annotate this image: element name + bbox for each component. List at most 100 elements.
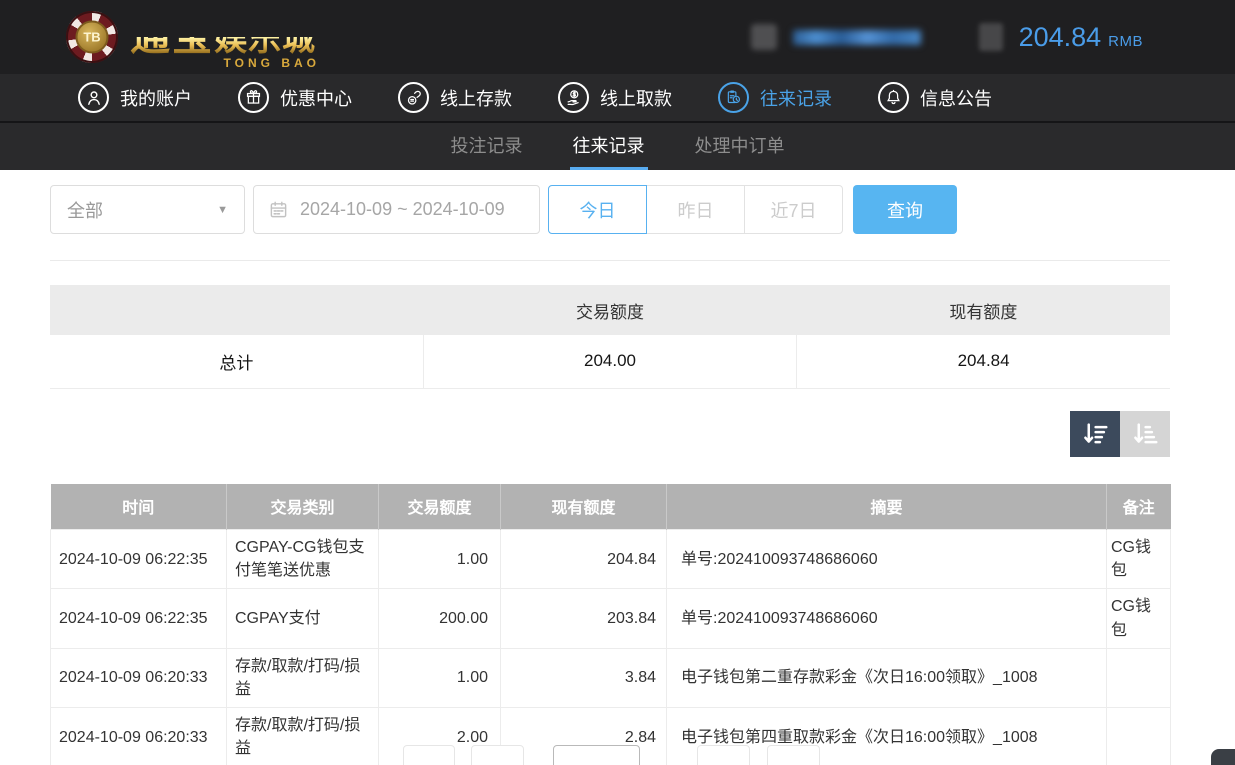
- table-row: 2024-10-09 06:22:35 CGPAY-CG钱包支付笔笔送优惠 1.…: [51, 530, 1171, 589]
- cell-amount: 1.00: [379, 530, 501, 589]
- brand-title: 通宝娱乐城 TONG BAO: [130, 17, 322, 57]
- summary-total-label: 总计: [50, 335, 423, 388]
- quick-today-button[interactable]: 今日: [548, 185, 647, 234]
- balance-amount: 204.84: [1019, 22, 1102, 53]
- gift-icon: [238, 82, 269, 113]
- col-transaction-amount: 交易额度: [379, 484, 501, 530]
- date-range-picker[interactable]: 2024-10-09 ~ 2024-10-09: [253, 185, 540, 234]
- cell-summary: 电子钱包第二重存款彩金《次日16:00领取》_1008: [667, 648, 1107, 707]
- date-range-value: 2024-10-09 ~ 2024-10-09: [300, 199, 505, 220]
- balance-currency: RMB: [1108, 33, 1143, 50]
- cell-note: CG钱包: [1107, 589, 1171, 648]
- top-header: TB 通宝娱乐城 TONG BAO 204.84 RMB: [0, 0, 1235, 74]
- tab-betting-records[interactable]: 投注记录: [448, 123, 526, 170]
- nav-label: 线上存款: [440, 85, 512, 111]
- col-transaction-type: 交易类别: [227, 484, 379, 530]
- user-icon: [78, 82, 109, 113]
- col-time: 时间: [51, 484, 227, 530]
- nav-label: 我的账户: [120, 85, 192, 111]
- col-note: 备注: [1107, 484, 1171, 530]
- filter-bar: 全部 ▼ 2024-10-09 ~ 2024-10-09 今日 昨日 近7日 查…: [50, 185, 1235, 234]
- quick-date-group: 今日 昨日 近7日: [548, 185, 843, 234]
- cell-time: 2024-10-09 06:22:35: [51, 589, 227, 648]
- pagination-button-prev[interactable]: [471, 745, 524, 765]
- type-dropdown[interactable]: 全部 ▼: [50, 185, 245, 234]
- nav-label: 线上取款: [600, 85, 672, 111]
- brand-title-en: TONG BAO: [224, 57, 320, 69]
- sort-ascending-button[interactable]: [1120, 411, 1170, 457]
- subnav: 投注记录 往来记录 处理中订单: [0, 123, 1235, 170]
- main-nav: 我的账户 优惠中心 线上存款 线上取款: [0, 74, 1235, 123]
- brand-title-main: 通宝: [130, 15, 214, 59]
- pagination-button-next[interactable]: [697, 745, 750, 765]
- summary-total-row: 总计 204.00 204.84: [50, 335, 1170, 388]
- summary-transaction-amount: 204.00: [423, 335, 796, 388]
- user-avatar-redacted: [751, 24, 777, 50]
- summary-table: 交易额度 现有额度 总计 204.00 204.84: [50, 285, 1170, 389]
- header-right: 204.84 RMB: [751, 22, 1235, 53]
- chip-monogram: TB: [76, 21, 109, 54]
- summary-col-current-amount: 现有额度: [797, 285, 1170, 335]
- pagination-button-first[interactable]: [403, 745, 455, 765]
- poker-chip-icon: TB: [66, 11, 118, 63]
- cell-amount: 1.00: [379, 648, 501, 707]
- cell-type: 存款/取款/打码/损益: [227, 648, 379, 707]
- quick-yesterday-button[interactable]: 昨日: [646, 185, 745, 234]
- cell-summary: 单号:202410093748686060: [667, 589, 1107, 648]
- calendar-icon: [269, 200, 288, 219]
- sort-ascending-icon: [1130, 419, 1160, 449]
- search-button[interactable]: 查询: [853, 185, 957, 234]
- brand-title-sub: 娱乐城: [214, 20, 316, 57]
- cell-note: [1107, 708, 1171, 765]
- nav-label: 优惠中心: [280, 85, 352, 111]
- nav-item-transaction-records[interactable]: 往来记录: [718, 82, 832, 113]
- cell-type: CGPAY支付: [227, 589, 379, 648]
- nav-label: 往来记录: [760, 85, 832, 111]
- tab-label: 投注记录: [451, 132, 523, 158]
- records-table: 时间 交易类别 交易额度 现有额度 摘要 备注 2024-10-09 06:22…: [50, 484, 1171, 765]
- cell-type: 存款/取款/打码/损益: [227, 708, 379, 765]
- brand-logo[interactable]: TB 通宝娱乐城 TONG BAO: [66, 11, 322, 63]
- username-redacted: [793, 30, 921, 45]
- chevron-down-icon: ▼: [217, 204, 228, 216]
- nav-item-promotions[interactable]: 优惠中心: [238, 82, 352, 113]
- wallet-icon-redacted: [979, 23, 1003, 51]
- type-dropdown-value: 全部: [67, 197, 103, 223]
- cell-time: 2024-10-09 06:22:35: [51, 530, 227, 589]
- table-row: 2024-10-09 06:22:35 CGPAY支付 200.00 203.8…: [51, 589, 1171, 648]
- summary-col-transaction-amount: 交易额度: [423, 285, 796, 335]
- tab-pending-orders[interactable]: 处理中订单: [692, 123, 788, 170]
- nav-item-deposit[interactable]: 线上存款: [398, 82, 512, 113]
- records-header-row: 时间 交易类别 交易额度 现有额度 摘要 备注: [51, 484, 1171, 530]
- quick-last7days-button[interactable]: 近7日: [744, 185, 843, 234]
- nav-item-announcements[interactable]: 信息公告: [878, 82, 992, 113]
- summary-header-row: 交易额度 现有额度: [50, 285, 1170, 335]
- table-row: 2024-10-09 06:20:33 存款/取款/打码/损益 1.00 3.8…: [51, 648, 1171, 707]
- nav-item-withdraw[interactable]: 线上取款: [558, 82, 672, 113]
- cell-summary: 单号:202410093748686060: [667, 530, 1107, 589]
- summary-current-amount: 204.84: [797, 335, 1170, 388]
- nav-item-my-account[interactable]: 我的账户: [78, 82, 192, 113]
- account-balance: 204.84 RMB: [1019, 22, 1143, 53]
- tab-label: 往来记录: [573, 132, 645, 158]
- deposit-icon: [398, 82, 429, 113]
- cell-balance: 3.84: [501, 648, 667, 707]
- bell-icon: [878, 82, 909, 113]
- floating-corner-widget[interactable]: [1211, 749, 1235, 765]
- sort-descending-button[interactable]: [1070, 411, 1120, 457]
- col-summary: 摘要: [667, 484, 1107, 530]
- withdraw-icon: [558, 82, 589, 113]
- cell-balance: 204.84: [501, 530, 667, 589]
- records-icon: [718, 82, 749, 113]
- col-current-amount: 现有额度: [501, 484, 667, 530]
- pagination-page-select[interactable]: [553, 745, 640, 765]
- tab-label: 处理中订单: [695, 132, 785, 158]
- cell-time: 2024-10-09 06:20:33: [51, 708, 227, 765]
- cell-note: CG钱包: [1107, 530, 1171, 589]
- sort-controls: [50, 411, 1170, 457]
- sort-descending-icon: [1080, 419, 1110, 449]
- cell-note: [1107, 648, 1171, 707]
- pagination-button-last[interactable]: [767, 745, 820, 765]
- tab-transaction-records[interactable]: 往来记录: [570, 123, 648, 170]
- cell-amount: 200.00: [379, 589, 501, 648]
